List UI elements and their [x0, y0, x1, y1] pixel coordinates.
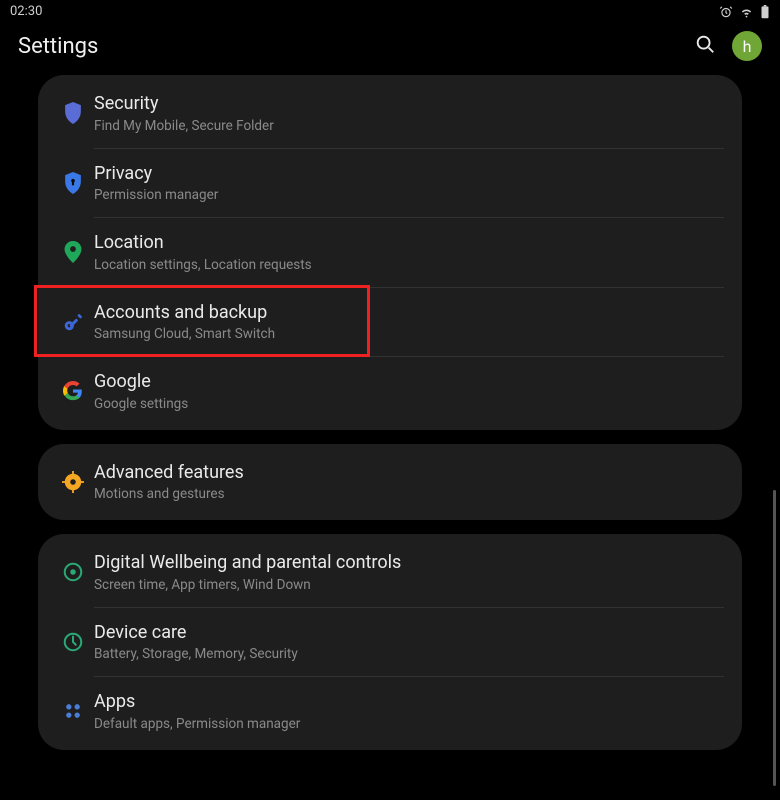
- gear-badge-icon: [52, 471, 94, 493]
- shield-solid-icon: [52, 102, 94, 124]
- row-device-care[interactable]: Device care Battery, Storage, Memory, Se…: [38, 608, 742, 677]
- settings-list: Security Find My Mobile, Secure Folder P…: [0, 75, 780, 750]
- row-privacy[interactable]: Privacy Permission manager: [38, 149, 742, 218]
- row-apps[interactable]: Apps Default apps, Permission manager: [38, 677, 742, 746]
- row-title: Apps: [94, 691, 724, 714]
- status-bar: 02:30: [0, 0, 780, 23]
- key-icon: [52, 311, 94, 333]
- row-subtitle: Motions and gestures: [94, 486, 724, 502]
- row-subtitle: Google settings: [94, 396, 724, 412]
- row-subtitle: Permission manager: [94, 187, 724, 203]
- settings-group: Digital Wellbeing and parental controls …: [38, 534, 742, 750]
- shield-lock-icon: [52, 172, 94, 194]
- device-care-icon: [52, 631, 94, 653]
- page-title: Settings: [18, 34, 98, 59]
- row-subtitle: Find My Mobile, Secure Folder: [94, 118, 724, 134]
- row-subtitle: Samsung Cloud, Smart Switch: [94, 326, 724, 342]
- wifi-icon: [739, 5, 754, 19]
- scroll-indicator[interactable]: [773, 490, 776, 786]
- row-subtitle: Screen time, App timers, Wind Down: [94, 577, 724, 593]
- row-subtitle: Default apps, Permission manager: [94, 716, 724, 732]
- settings-group: Advanced features Motions and gestures: [38, 444, 742, 521]
- row-advanced-features[interactable]: Advanced features Motions and gestures: [38, 448, 742, 517]
- avatar-letter: h: [743, 37, 752, 56]
- row-title: Device care: [94, 622, 724, 645]
- row-title: Privacy: [94, 163, 724, 186]
- avatar[interactable]: h: [732, 31, 762, 61]
- row-title: Digital Wellbeing and parental controls: [94, 552, 724, 575]
- alarm-icon: [719, 5, 733, 19]
- apps-grid-icon: [52, 701, 94, 721]
- header: Settings h: [0, 23, 780, 75]
- google-g-icon: [52, 381, 94, 401]
- battery-icon: [760, 5, 770, 19]
- row-title: Advanced features: [94, 462, 724, 485]
- row-security[interactable]: Security Find My Mobile, Secure Folder: [38, 79, 742, 148]
- row-google[interactable]: Google Google settings: [38, 357, 742, 426]
- row-title: Accounts and backup: [94, 302, 724, 325]
- row-accounts-backup[interactable]: Accounts and backup Samsung Cloud, Smart…: [38, 288, 742, 357]
- settings-group: Security Find My Mobile, Secure Folder P…: [38, 75, 742, 430]
- row-subtitle: Location settings, Location requests: [94, 257, 724, 273]
- status-time: 02:30: [10, 4, 42, 19]
- row-location[interactable]: Location Location settings, Location req…: [38, 218, 742, 287]
- row-title: Google: [94, 371, 724, 394]
- status-icons: [719, 5, 770, 19]
- row-subtitle: Battery, Storage, Memory, Security: [94, 646, 724, 662]
- wellbeing-icon: [52, 561, 94, 583]
- search-icon[interactable]: [694, 33, 716, 59]
- row-title: Security: [94, 93, 724, 116]
- row-title: Location: [94, 232, 724, 255]
- location-pin-icon: [52, 241, 94, 263]
- row-digital-wellbeing[interactable]: Digital Wellbeing and parental controls …: [38, 538, 742, 607]
